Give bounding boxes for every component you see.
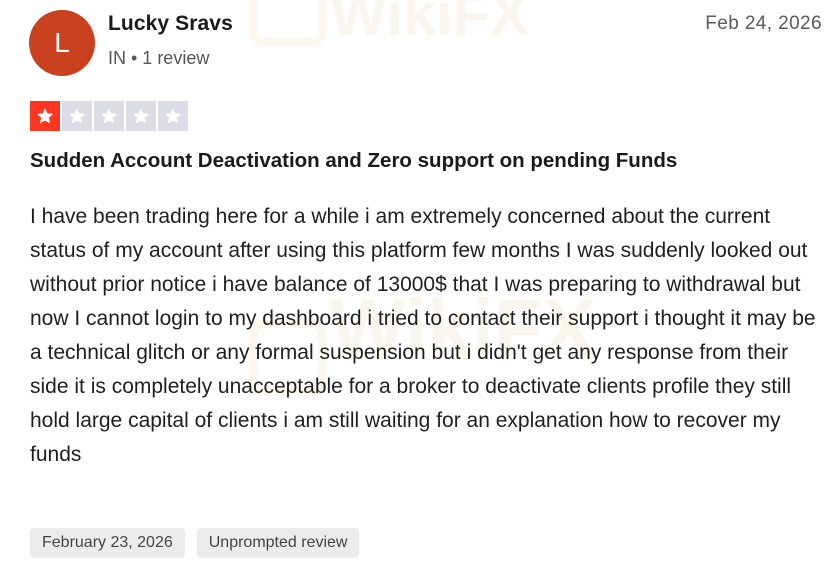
review-type-badge[interactable]: Unprompted review <box>196 528 360 558</box>
experience-date-badge: February 23, 2026 <box>30 528 185 558</box>
avatar-initial: L <box>54 27 70 58</box>
star-rating <box>30 101 188 131</box>
review-body: I have been trading here for a while i a… <box>30 205 816 466</box>
review-date: Feb 24, 2026 <box>705 13 822 34</box>
reviewer-name[interactable]: Lucky Sravs <box>108 12 233 36</box>
review-tags: February 23, 2026 Unprompted review <box>30 528 360 558</box>
star-icon <box>94 101 124 131</box>
watermark-top: WikiFX <box>330 0 530 48</box>
reviewer-meta: IN • 1 review <box>108 48 210 68</box>
star-icon <box>62 101 92 131</box>
avatar[interactable]: L <box>29 10 95 76</box>
star-icon <box>126 101 156 131</box>
star-icon <box>30 101 60 131</box>
star-icon <box>158 101 188 131</box>
watermark-logo-icon <box>250 0 326 46</box>
review-card: WikiFX WikiFX L Lucky Sravs IN • 1 revie… <box>0 0 840 577</box>
review-title[interactable]: Sudden Account Deactivation and Zero sup… <box>30 149 830 173</box>
